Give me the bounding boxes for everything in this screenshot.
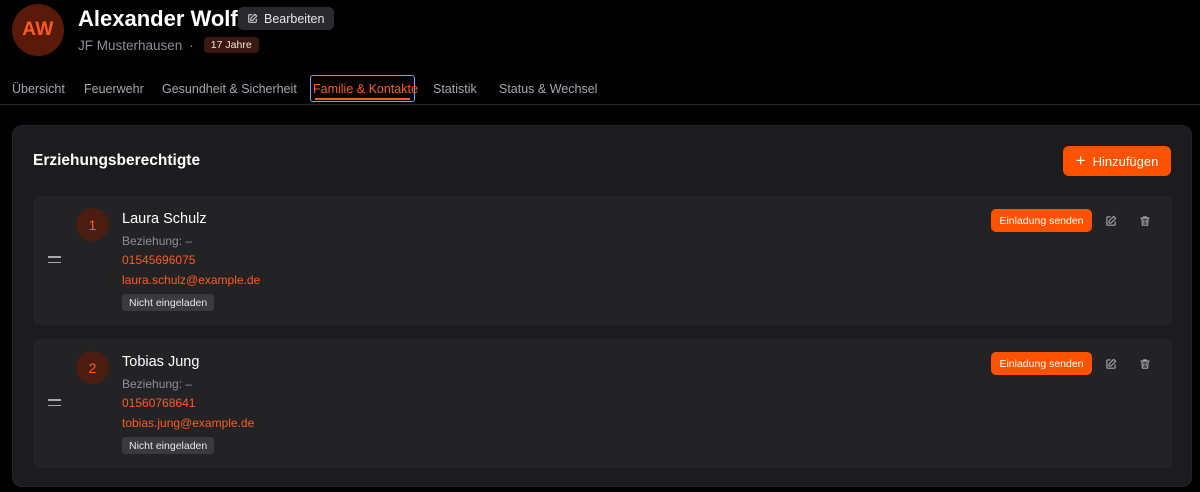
edit-contact-button[interactable] [1103,356,1119,372]
drag-handle-icon[interactable] [48,399,61,407]
profile-header: AW Alexander Wolf Bearbeiten JF Musterha… [12,0,1188,66]
separator: · [189,37,194,53]
delete-contact-button[interactable] [1137,356,1153,372]
contact-relation: Beziehung: – [122,234,193,248]
invite-status-badge: Nicht eingeladen [122,437,215,454]
tab-feuerwehr[interactable]: Feuerwehr [84,75,144,102]
guardians-card: Erziehungsberechtigte + Hinzufügen 1 Lau… [12,125,1192,487]
trash-icon [1140,216,1150,226]
avatar: AW [12,4,64,56]
contact-index: 2 [76,351,109,384]
contact-phone[interactable]: 01545696075 [122,253,195,267]
tab-gesundheit-sicherheit[interactable]: Gesundheit & Sicherheit [162,75,297,102]
send-invite-button[interactable]: Einladung senden [991,209,1092,232]
contact-index: 1 [76,208,109,241]
trash-icon [1140,359,1150,369]
tab-statistik[interactable]: Statistik [433,75,477,102]
pencil-square-icon [248,13,258,23]
contact-email[interactable]: laura.schulz@example.de [122,273,260,287]
pencil-square-icon [1106,215,1117,226]
delete-contact-button[interactable] [1137,213,1153,229]
contact-row: 2 Tobias Jung Beziehung: – 01560768641 t… [33,339,1172,468]
tab-uebersicht[interactable]: Übersicht [12,75,65,102]
invite-status-badge: Nicht eingeladen [122,294,215,311]
drag-handle-icon[interactable] [48,256,61,264]
edit-button-label: Bearbeiten [264,11,325,26]
edit-button[interactable]: Bearbeiten [238,7,335,30]
group-name: JF Musterhausen [78,37,183,53]
age-badge: 17 Jahre [203,37,259,53]
contact-row: 1 Laura Schulz Beziehung: – 01545696075 … [33,196,1172,325]
plus-icon: + [1075,151,1086,170]
add-button-label: Hinzufügen [1092,153,1159,169]
send-invite-button[interactable]: Einladung senden [991,352,1092,375]
contact-phone[interactable]: 01560768641 [122,396,195,410]
edit-contact-button[interactable] [1103,213,1119,229]
member-subline: JF Musterhausen · 17 Jahre [78,36,259,54]
contact-relation: Beziehung: – [122,377,193,391]
member-name: Alexander Wolf [78,6,238,31]
contact-email[interactable]: tobias.jung@example.de [122,416,254,430]
tab-status-wechsel[interactable]: Status & Wechsel [499,75,597,102]
tab-familie-kontakte[interactable]: Familie & Kontakte [310,75,418,102]
tab-bar: Übersicht Feuerwehr Gesundheit & Sicherh… [0,72,1200,105]
pencil-square-icon [1106,358,1117,369]
contact-name: Tobias Jung [122,354,200,370]
contact-name: Laura Schulz [122,211,207,227]
add-guardian-button[interactable]: + Hinzufügen [1063,146,1171,176]
section-title: Erziehungsberechtigte [33,152,201,169]
